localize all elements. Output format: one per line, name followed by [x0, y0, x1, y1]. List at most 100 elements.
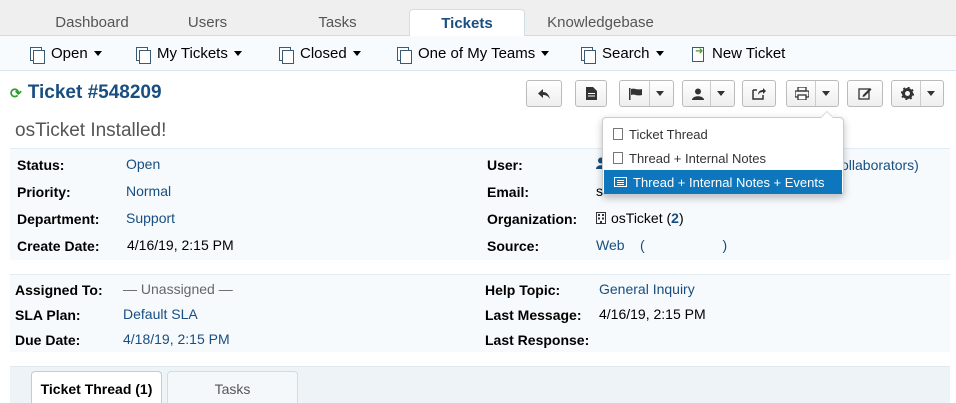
- caret-down-icon: [352, 51, 361, 56]
- print-dropdown-button[interactable]: [786, 80, 839, 107]
- subnav-label: Search: [602, 45, 650, 62]
- user-icon: [692, 88, 704, 100]
- tab-tickets[interactable]: Tickets: [409, 9, 525, 37]
- create-date-label: Create Date:: [17, 238, 100, 254]
- menu-item-label: Thread + Internal Notes: [629, 150, 766, 166]
- subnav-label: Open: [51, 45, 88, 62]
- create-date-value: 4/16/19, 2:15 PM: [127, 237, 234, 253]
- priority-label: Priority:: [17, 184, 71, 200]
- organization-value[interactable]: osTicket (2): [596, 210, 684, 226]
- ticket-assignment-table: Assigned To: — Unassigned — SLA Plan: De…: [10, 274, 950, 352]
- share-icon: [752, 88, 766, 100]
- subnav-closed[interactable]: Closed: [278, 45, 361, 64]
- sla-plan-value[interactable]: Default SLA: [123, 306, 198, 322]
- file-icon: [585, 87, 597, 100]
- page-title: ⟳ Ticket #548209: [10, 82, 162, 104]
- source-extra: ( ): [640, 237, 728, 253]
- priority-value[interactable]: Normal: [126, 183, 171, 199]
- edit-icon: [858, 88, 872, 100]
- organization-count: 2: [671, 210, 679, 226]
- subnav-one-of-my-teams[interactable]: One of My Teams: [396, 45, 550, 64]
- due-date-label: Due Date:: [15, 332, 81, 348]
- list-icon: [614, 177, 627, 187]
- department-value[interactable]: Support: [126, 210, 175, 226]
- print-menu-item-thread-notes-events[interactable]: Thread + Internal Notes + Events: [604, 170, 842, 194]
- status-label: Status:: [17, 157, 65, 173]
- pages-icon: [135, 46, 151, 64]
- subnav-search[interactable]: Search: [580, 45, 664, 64]
- organization-close: ): [678, 210, 684, 226]
- tab-knowledgebase[interactable]: Knowledgebase: [538, 9, 663, 36]
- caret-down-icon: [541, 51, 550, 56]
- due-date-value[interactable]: 4/18/19, 2:15 PM: [123, 331, 230, 347]
- tab-dashboard[interactable]: Dashboard: [22, 9, 162, 36]
- separator: [649, 81, 650, 106]
- source-label: Source:: [487, 238, 540, 254]
- ticket-subject: osTicket Installed!: [15, 120, 167, 141]
- assigned-to-label: Assigned To:: [15, 282, 103, 298]
- thread-tab-bar: Ticket Thread (1) Tasks: [10, 366, 950, 403]
- help-topic-label: Help Topic:: [485, 282, 561, 298]
- subnav-new-ticket[interactable]: New Ticket: [690, 45, 785, 62]
- subnav-label: My Tickets: [157, 45, 228, 62]
- collaborators-link[interactable]: ollaborators): [841, 157, 919, 173]
- source-value[interactable]: Web: [596, 237, 625, 253]
- caret-down-icon: [655, 51, 664, 56]
- gear-icon: [900, 87, 914, 100]
- ticket-number[interactable]: Ticket #548209: [28, 82, 162, 104]
- tab-users[interactable]: Users: [150, 9, 265, 36]
- pages-icon: [29, 46, 45, 64]
- caret-down-icon: [233, 51, 242, 56]
- reply-button[interactable]: [526, 80, 562, 107]
- last-message-value: 4/16/19, 2:15 PM: [599, 306, 706, 322]
- last-response-label: Last Response:: [485, 332, 590, 348]
- edit-button[interactable]: [847, 80, 883, 107]
- print-icon: [795, 87, 809, 100]
- organization-name: osTicket (: [611, 210, 672, 226]
- flag-icon: [629, 87, 642, 100]
- caret-down-icon: [93, 51, 102, 56]
- separator: [919, 81, 921, 106]
- pages-icon: [278, 46, 294, 64]
- sla-plan-label: SLA Plan:: [15, 307, 81, 323]
- refresh-icon[interactable]: ⟳: [10, 85, 22, 102]
- menu-item-label: Thread + Internal Notes + Events: [633, 174, 825, 190]
- subnav-my-tickets[interactable]: My Tickets: [135, 45, 242, 64]
- file-icon: [613, 152, 623, 164]
- tab-ticket-thread[interactable]: Ticket Thread (1): [31, 371, 162, 403]
- share-button[interactable]: [742, 80, 776, 107]
- assigned-to-value[interactable]: — Unassigned —: [123, 281, 233, 297]
- status-value[interactable]: Open: [126, 156, 160, 172]
- note-button[interactable]: [575, 80, 607, 107]
- subnav-open[interactable]: Open: [29, 45, 102, 64]
- tab-tasks[interactable]: Tasks: [167, 371, 298, 403]
- email-label: Email:: [487, 184, 530, 200]
- pages-icon: [396, 46, 412, 64]
- print-dropdown-menu: Ticket Thread Thread + Internal Notes Th…: [602, 111, 844, 195]
- building-icon: [596, 212, 606, 224]
- sub-nav: Open My Tickets Closed One of My Teams S…: [0, 36, 956, 71]
- menu-item-label: Ticket Thread: [629, 126, 708, 142]
- help-topic-value[interactable]: General Inquiry: [599, 281, 695, 297]
- pages-icon: [580, 46, 596, 64]
- print-menu-item-ticket-thread[interactable]: Ticket Thread: [603, 122, 843, 146]
- assign-dropdown-button[interactable]: [682, 80, 735, 107]
- department-label: Department:: [17, 211, 100, 227]
- flag-dropdown-button[interactable]: [619, 80, 674, 107]
- new-ticket-icon: [690, 46, 706, 62]
- file-icon: [613, 128, 623, 140]
- caret-down-icon: [926, 91, 935, 96]
- caret-down-icon: [822, 91, 830, 96]
- last-message-label: Last Message:: [485, 307, 582, 323]
- organization-label: Organization:: [487, 211, 578, 227]
- subnav-label: One of My Teams: [418, 45, 536, 62]
- settings-dropdown-button[interactable]: [891, 80, 944, 107]
- user-label: User:: [487, 157, 523, 173]
- subnav-label: Closed: [300, 45, 347, 62]
- reply-icon: [538, 88, 550, 99]
- caret-down-icon: [656, 91, 664, 96]
- separator: [815, 81, 816, 106]
- print-menu-item-thread-notes[interactable]: Thread + Internal Notes: [603, 146, 843, 170]
- subnav-label: New Ticket: [712, 45, 786, 62]
- tab-tasks[interactable]: Tasks: [280, 9, 395, 36]
